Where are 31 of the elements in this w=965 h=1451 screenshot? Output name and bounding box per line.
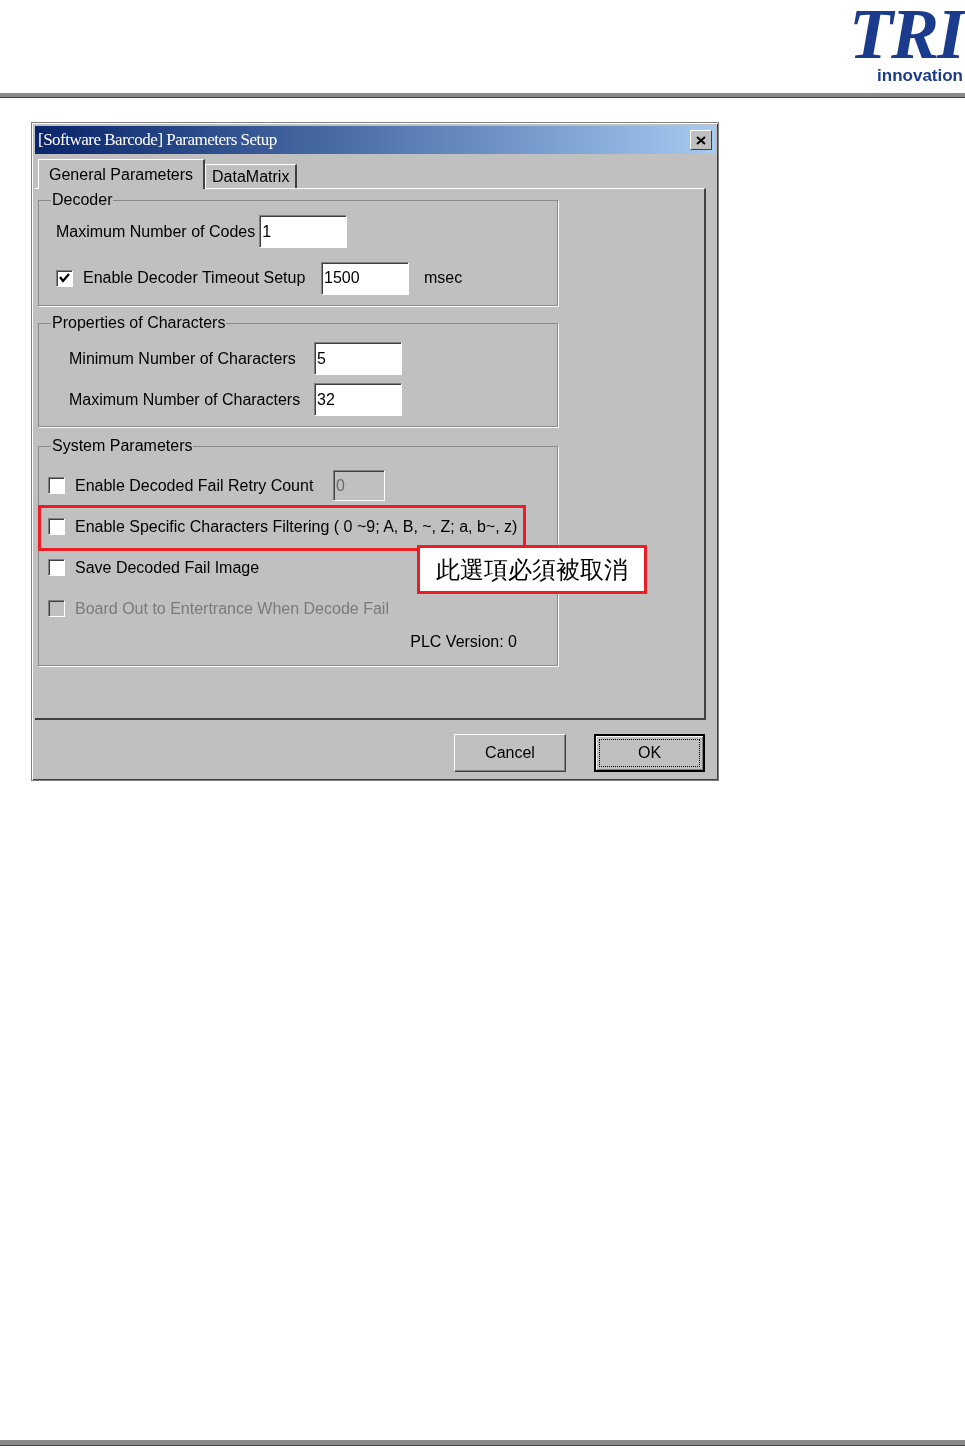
checkbox[interactable]	[48, 518, 65, 535]
field-label: Maximum Number of Characters	[69, 389, 302, 410]
close-icon	[696, 135, 706, 145]
callout-note: 此選項必須被取消	[417, 545, 647, 594]
version-label: PLC Version: 0	[410, 632, 517, 652]
checkbox-label: Board Out to Entertrance When Decode Fail	[75, 598, 389, 619]
dialog-button[interactable]: OK	[594, 734, 705, 772]
dialog-button[interactable]: Cancel	[454, 734, 566, 772]
field-label: Maximum Number of Codes	[56, 221, 256, 242]
checkbox-label: Enable Decoded Fail Retry Count	[75, 475, 315, 496]
checkbox-label: Enable Decoder Timeout Setup	[83, 268, 307, 288]
checkbox[interactable]	[48, 559, 65, 576]
window-title: [Software Barcode] Parameters Setup	[38, 129, 277, 152]
tab[interactable]: DataMatrix	[205, 164, 298, 188]
field-label: Minimum Number of Characters	[69, 348, 297, 369]
group-title: Decoder	[51, 191, 114, 209]
checkbox-label: Enable Specific Characters Filtering ( 0 ~9; A, B, ~, Z; a, b~, z)	[75, 516, 518, 537]
group-title: Properties of Characters	[51, 314, 227, 332]
unit-label: msec	[424, 268, 463, 288]
checkbox[interactable]	[56, 269, 73, 287]
close-button[interactable]	[690, 130, 712, 150]
checkbox-label: Save Decoded Fail Image	[75, 557, 260, 578]
input-field[interactable]: 5	[314, 342, 402, 375]
input-field[interactable]: 1500	[321, 261, 409, 295]
logo-tagline: innovation	[877, 66, 963, 86]
checkbox[interactable]	[48, 477, 65, 494]
group-title: System Parameters	[51, 437, 194, 455]
input-field[interactable]: 1	[259, 215, 348, 248]
logo-mark: TRI	[848, 2, 963, 66]
input-field[interactable]: 32	[314, 383, 402, 416]
tab[interactable]: General Parameters	[38, 159, 206, 189]
